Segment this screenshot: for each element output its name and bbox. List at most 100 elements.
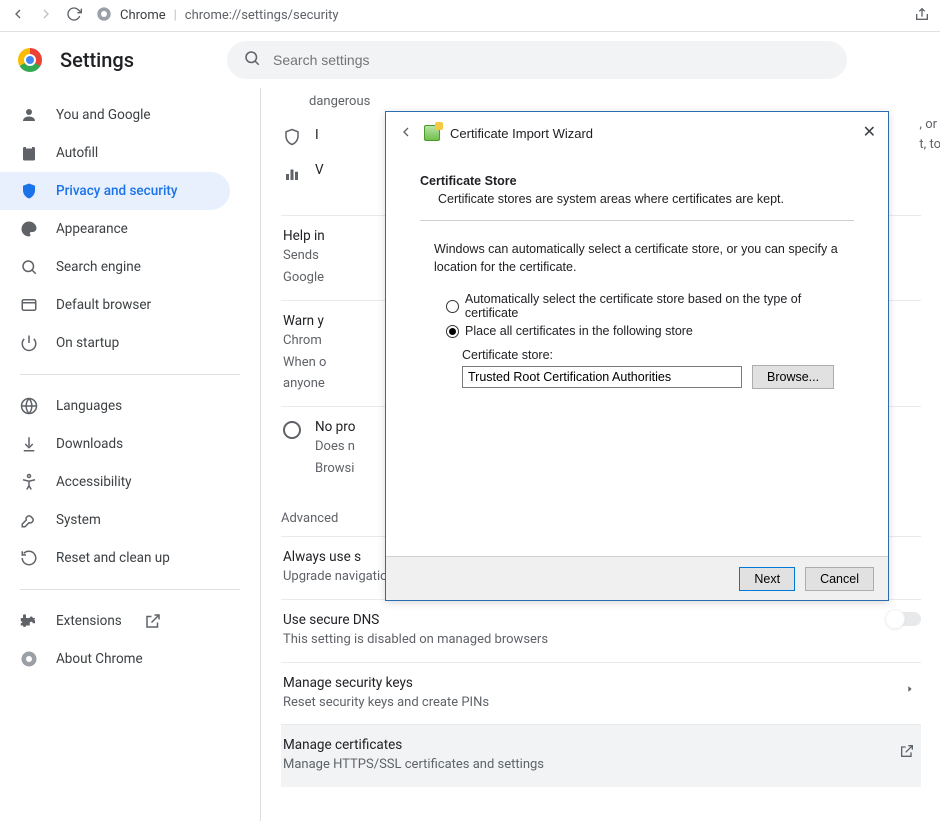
close-icon[interactable]: ✕ — [863, 122, 876, 142]
accessibility-icon — [20, 473, 38, 491]
forward-icon[interactable] — [38, 6, 54, 26]
globe-icon — [20, 397, 38, 415]
setting-security-keys[interactable]: Manage security keys Reset security keys… — [281, 662, 921, 725]
truncated-text: , or — [919, 115, 940, 135]
radio-label: Automatically select the certificate sto… — [465, 292, 854, 320]
address-app-label: Chrome — [120, 8, 166, 23]
wrench-icon — [20, 511, 38, 529]
sidebar-item-label: Default browser — [56, 297, 151, 313]
sidebar-item-label: Privacy and security — [56, 183, 178, 199]
sidebar-item-label: Languages — [56, 398, 122, 414]
chrome-logo-icon — [18, 48, 42, 72]
browser-icon — [20, 296, 38, 314]
shield-icon — [283, 128, 301, 146]
sidebar-item-label: System — [56, 512, 101, 528]
certificate-import-wizard-dialog: Certificate Import Wizard ✕ Certificate … — [385, 111, 889, 601]
sidebar-item-on-startup[interactable]: On startup — [0, 324, 230, 362]
autofill-icon — [20, 144, 38, 162]
search-input[interactable] — [273, 52, 831, 68]
sidebar-item-about[interactable]: About Chrome — [0, 640, 230, 678]
browse-button[interactable]: Browse... — [752, 365, 834, 389]
radio-place-all[interactable]: Place all certificates in the following … — [446, 324, 854, 338]
address-bar[interactable]: Chrome | chrome://settings/security — [96, 6, 900, 26]
sidebar-item-autofill[interactable]: Autofill — [0, 134, 230, 172]
divider — [420, 220, 854, 221]
sidebar-item-label: Autofill — [56, 145, 98, 161]
settings-header: Settings — [0, 32, 940, 88]
bars-icon — [283, 165, 301, 183]
setting-desc: Browsi — [315, 460, 355, 479]
radio-icon — [446, 325, 459, 338]
radio-label: Place all certificates in the following … — [465, 324, 693, 338]
dialog-heading: Certificate Store — [420, 174, 854, 188]
radio-no-protection[interactable] — [283, 421, 301, 439]
setting-manage-certificates[interactable]: Manage certificates Manage HTTPS/SSL cer… — [281, 724, 921, 787]
back-icon[interactable] — [398, 124, 414, 143]
setting-desc: Does n — [315, 438, 355, 457]
sidebar-item-label: Downloads — [56, 436, 123, 452]
page-title: Settings — [60, 48, 134, 72]
sidebar-item-label: Reset and clean up — [56, 550, 170, 566]
open-external-icon — [899, 743, 915, 763]
search-box[interactable] — [227, 41, 847, 79]
setting-title: Use secure DNS — [283, 612, 919, 628]
reload-icon[interactable] — [66, 6, 82, 26]
radio-auto-select[interactable]: Automatically select the certificate sto… — [446, 292, 854, 320]
sidebar-item-system[interactable]: System — [0, 501, 230, 539]
person-icon — [20, 106, 38, 124]
sidebar-item-downloads[interactable]: Downloads — [0, 425, 230, 463]
setting-title: Manage security keys — [283, 675, 919, 691]
sidebar-item-languages[interactable]: Languages — [0, 387, 230, 425]
sidebar-divider — [20, 589, 240, 590]
open-external-icon — [144, 612, 162, 630]
search-icon — [20, 258, 38, 276]
setting-desc: Manage HTTPS/SSL certificates and settin… — [283, 756, 919, 775]
sidebar-item-label: Extensions — [56, 613, 122, 629]
setting-desc: This setting is disabled on managed brow… — [283, 631, 919, 650]
dialog-title: Certificate Import Wizard — [450, 126, 593, 141]
truncated-title: I — [315, 127, 319, 143]
store-label: Certificate store: — [462, 348, 854, 362]
sidebar: You and Google Autofill Privacy and secu… — [0, 88, 260, 821]
radio-icon — [446, 300, 459, 313]
sidebar-item-privacy-security[interactable]: Privacy and security — [0, 172, 230, 210]
share-icon[interactable] — [914, 6, 930, 26]
shield-icon — [20, 182, 38, 200]
sidebar-item-extensions[interactable]: Extensions — [0, 602, 230, 640]
setting-title: Manage certificates — [283, 737, 919, 753]
setting-title: No pro — [315, 419, 355, 435]
sidebar-divider — [20, 374, 240, 375]
sidebar-item-accessibility[interactable]: Accessibility — [0, 463, 230, 501]
truncated-title: V — [315, 162, 324, 178]
dialog-footer: Next Cancel — [386, 556, 888, 600]
truncated-text: dangerous — [281, 94, 921, 109]
sidebar-item-label: Appearance — [56, 221, 128, 237]
power-icon — [20, 334, 38, 352]
dialog-paragraph: Windows can automatically select a certi… — [434, 241, 854, 276]
sidebar-item-reset[interactable]: Reset and clean up — [0, 539, 230, 577]
chrome-icon — [20, 650, 38, 668]
chevron-right-icon — [905, 683, 915, 698]
toggle-dns[interactable] — [887, 612, 921, 626]
search-icon — [243, 49, 261, 71]
sidebar-item-appearance[interactable]: Appearance — [0, 210, 230, 248]
restore-icon — [20, 549, 38, 567]
sidebar-item-label: About Chrome — [56, 651, 143, 667]
address-url: chrome://settings/security — [185, 8, 339, 23]
wizard-icon — [424, 125, 440, 141]
sidebar-item-you-and-google[interactable]: You and Google — [0, 96, 230, 134]
dialog-subheading: Certificate stores are system areas wher… — [438, 192, 854, 206]
sidebar-item-label: Accessibility — [56, 474, 132, 490]
site-chrome-icon — [96, 6, 112, 26]
setting-secure-dns[interactable]: Use secure DNS This setting is disabled … — [281, 599, 921, 662]
download-icon — [20, 435, 38, 453]
next-button[interactable]: Next — [739, 567, 795, 591]
sidebar-item-default-browser[interactable]: Default browser — [0, 286, 230, 324]
cancel-button[interactable]: Cancel — [805, 567, 874, 591]
sidebar-item-search-engine[interactable]: Search engine — [0, 248, 230, 286]
browser-toolbar: Chrome | chrome://settings/security — [0, 0, 940, 32]
certificate-store-input[interactable] — [462, 366, 742, 388]
back-icon[interactable] — [10, 6, 26, 26]
dialog-titlebar: Certificate Import Wizard ✕ — [386, 112, 888, 154]
sidebar-item-label: On startup — [56, 335, 119, 351]
